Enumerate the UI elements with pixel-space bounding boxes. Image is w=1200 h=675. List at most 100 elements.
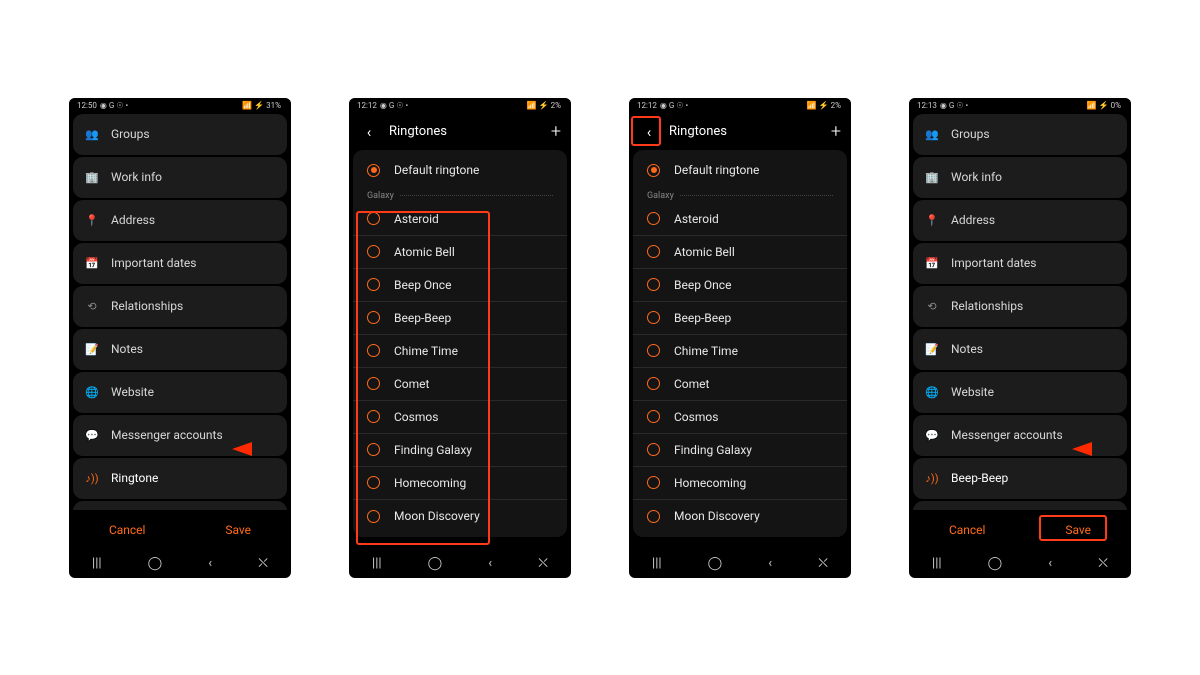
radio-finding-galaxy[interactable]: Finding Galaxy — [353, 434, 567, 467]
status-signal-icon: 📶 ⚡ — [242, 101, 264, 110]
list-item-vibration[interactable]: 🔇Call vibration pattern — [73, 501, 287, 510]
radio-default-ringtone[interactable]: Default ringtone — [633, 154, 847, 187]
back-nav-icon[interactable]: ‹ — [1048, 556, 1052, 571]
radio-asteroid[interactable]: Asteroid — [353, 203, 567, 236]
phone-panel-3: 12:12◉ G ☉ • 📶 ⚡2% ‹ Ringtones + Default… — [629, 98, 851, 578]
radio-icon — [367, 311, 380, 324]
radio-atomic-bell[interactable]: Atomic Bell — [353, 236, 567, 269]
list-item-ringtone[interactable]: ♪))Ringtone — [73, 458, 287, 499]
status-bar: 12:50 ◉ G ☉ • 📶 ⚡ 31% — [69, 98, 291, 114]
list-item-label: Relationships — [111, 299, 275, 313]
radio-label: Beep-Beep — [394, 311, 451, 325]
radio-label: Homecoming — [394, 476, 466, 490]
cancel-button[interactable]: Cancel — [939, 519, 996, 541]
list-item-website[interactable]: 🌐Website — [73, 372, 287, 413]
list-item-label: Website — [111, 385, 275, 399]
radio-homecoming[interactable]: Homecoming — [353, 467, 567, 500]
groups-icon: 👥 — [85, 127, 99, 141]
list-item-label: Groups — [951, 127, 1115, 141]
radio-default-ringtone[interactable]: Default ringtone — [353, 154, 567, 187]
radio-chime-time[interactable]: Chime Time — [353, 335, 567, 368]
radio-label: Cosmos — [394, 410, 438, 424]
radio-icon — [647, 278, 660, 291]
list-item-label: Work info — [111, 170, 275, 184]
home-icon[interactable]: ◯ — [708, 556, 723, 571]
recents-icon[interactable]: ||| — [932, 556, 942, 571]
accessibility-icon[interactable]: ⛌ — [538, 556, 548, 571]
status-signal-icon: 📶 ⚡ — [807, 101, 829, 110]
radio-comet[interactable]: Comet — [353, 368, 567, 401]
radio-beep-beep[interactable]: Beep-Beep — [633, 302, 847, 335]
save-button[interactable]: Save — [1055, 519, 1101, 541]
radio-icon — [367, 278, 380, 291]
list-item-work-info[interactable]: 🏢Work info — [913, 157, 1127, 198]
list-item-ringtone[interactable]: ♪))Beep-Beep — [913, 458, 1127, 499]
radio-label: Chime Time — [394, 344, 458, 358]
radio-icon — [647, 164, 660, 177]
list-item-groups[interactable]: 👥 Groups — [913, 114, 1127, 155]
list-item-notes[interactable]: 📝Notes — [913, 329, 1127, 370]
save-button[interactable]: Save — [215, 519, 261, 541]
radio-cosmos[interactable]: Cosmos — [353, 401, 567, 434]
radio-beep-once[interactable]: Beep Once — [353, 269, 567, 302]
list-item-website[interactable]: 🌐Website — [913, 372, 1127, 413]
radio-homecoming[interactable]: Homecoming — [633, 467, 847, 500]
groups-icon: 👥 — [925, 127, 939, 141]
annotation-arrow — [232, 439, 291, 459]
list-item-label: Relationships — [951, 299, 1115, 313]
home-icon[interactable]: ◯ — [988, 556, 1003, 571]
radio-moon-discovery[interactable]: Moon Discovery — [633, 500, 847, 533]
add-icon[interactable]: + — [551, 121, 561, 142]
relationships-icon: ⟲ — [925, 299, 939, 313]
radio-finding-galaxy[interactable]: Finding Galaxy — [633, 434, 847, 467]
home-icon[interactable]: ◯ — [148, 556, 163, 571]
accessibility-icon[interactable]: ⛌ — [258, 556, 268, 571]
radio-moon-discovery[interactable]: Moon Discovery — [353, 500, 567, 533]
phone-panel-4: 12:13◉ G ☉ • 📶 ⚡0% 👥Groups 🏢Work info 📍A… — [909, 98, 1131, 578]
notes-icon: 📝 — [925, 342, 939, 356]
accessibility-icon[interactable]: ⛌ — [1098, 556, 1108, 571]
back-icon[interactable]: ‹ — [359, 123, 379, 141]
recents-icon[interactable]: ||| — [92, 556, 102, 571]
list-item-relationships[interactable]: ⟲Relationships — [73, 286, 287, 327]
back-nav-icon[interactable]: ‹ — [208, 556, 212, 571]
status-battery: 0% — [1111, 101, 1121, 110]
status-bar: 12:12◉ G ☉ • 📶 ⚡2% — [349, 98, 571, 114]
recents-icon[interactable]: ||| — [652, 556, 662, 571]
list-item-important-dates[interactable]: 📅Important dates — [73, 243, 287, 284]
radio-icon — [647, 377, 660, 390]
section-header-galaxy: Galaxy — [353, 187, 567, 203]
radio-cosmos[interactable]: Cosmos — [633, 401, 847, 434]
list-item-important-dates[interactable]: 📅Important dates — [913, 243, 1127, 284]
cancel-button[interactable]: Cancel — [99, 519, 156, 541]
list-item-relationships[interactable]: ⟲ Relationships — [913, 286, 1127, 327]
list-item-label: Groups — [111, 127, 275, 141]
list-item-address[interactable]: 📍Address — [73, 200, 287, 241]
chat-icon: 💬 — [925, 428, 939, 442]
radio-atomic-bell[interactable]: Atomic Bell — [633, 236, 847, 269]
radio-beep-beep[interactable]: Beep-Beep — [353, 302, 567, 335]
radio-label: Homecoming — [674, 476, 746, 490]
back-nav-icon[interactable]: ‹ — [488, 556, 492, 571]
radio-chime-time[interactable]: Chime Time — [633, 335, 847, 368]
list-item-work-info[interactable]: 🏢 Work info — [73, 157, 287, 198]
radio-comet[interactable]: Comet — [633, 368, 847, 401]
status-signal-icon: 📶 ⚡ — [527, 101, 549, 110]
back-icon[interactable]: ‹ — [639, 123, 659, 141]
list-item-label: Work info — [951, 170, 1115, 184]
back-nav-icon[interactable]: ‹ — [768, 556, 772, 571]
list-item-notes[interactable]: 📝Notes — [73, 329, 287, 370]
radio-beep-once[interactable]: Beep Once — [633, 269, 847, 302]
recents-icon[interactable]: ||| — [372, 556, 382, 571]
briefcase-icon: 🏢 — [85, 170, 99, 184]
list-item-groups[interactable]: 👥 Groups — [73, 114, 287, 155]
accessibility-icon[interactable]: ⛌ — [818, 556, 828, 571]
radio-label: Atomic Bell — [674, 245, 735, 259]
list-item-label: Address — [111, 213, 275, 227]
home-icon[interactable]: ◯ — [428, 556, 443, 571]
list-item-vibration[interactable]: 🔇Call vibration pattern — [913, 501, 1127, 510]
list-item-address[interactable]: 📍Address — [913, 200, 1127, 241]
radio-label: Moon Discovery — [394, 509, 480, 523]
add-icon[interactable]: + — [831, 121, 841, 142]
radio-asteroid[interactable]: Asteroid — [633, 203, 847, 236]
